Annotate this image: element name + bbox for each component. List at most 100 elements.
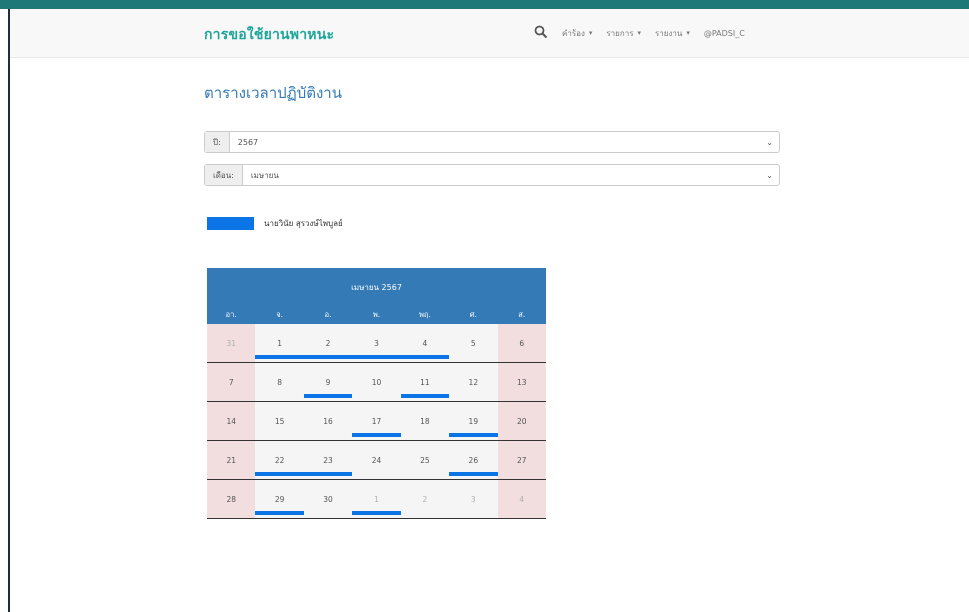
calendar-day-number: 3 bbox=[374, 338, 379, 348]
calendar-day-cell[interactable]: 7 bbox=[207, 363, 256, 401]
calendar-day-number: 8 bbox=[277, 377, 283, 387]
calendar-day-number: 15 bbox=[274, 416, 285, 426]
calendar-day-cell[interactable]: 8 bbox=[255, 363, 304, 401]
event-bar[interactable] bbox=[352, 511, 401, 515]
weekday-row: อา. จ. อ. พ. พฤ. ศ. ส. bbox=[207, 306, 546, 324]
event-bar[interactable] bbox=[352, 433, 401, 437]
event-bar[interactable] bbox=[303, 394, 353, 398]
calendar-day-cell[interactable]: 22 bbox=[255, 441, 304, 479]
nav-item-reports[interactable]: รายงาน ▾ bbox=[655, 27, 690, 40]
event-bar[interactable] bbox=[449, 472, 498, 476]
calendar-day-number: 2 bbox=[422, 494, 428, 504]
calendar-day-cell[interactable]: 1 bbox=[255, 324, 304, 362]
nav-user[interactable]: @PADSI_C bbox=[704, 29, 745, 38]
calendar-day-cell[interactable]: 5 bbox=[449, 324, 498, 362]
calendar-day-number: 11 bbox=[420, 377, 430, 387]
calendar-day-number: 7 bbox=[228, 377, 234, 387]
calendar-day-cell[interactable]: 2 bbox=[303, 324, 353, 362]
event-bar[interactable] bbox=[400, 394, 450, 398]
event-bar[interactable] bbox=[449, 433, 498, 437]
brand-title[interactable]: การขอใช้ยานพาหนะ bbox=[204, 24, 334, 46]
event-bar[interactable] bbox=[303, 355, 353, 359]
calendar-day-cell[interactable]: 13 bbox=[497, 363, 546, 401]
calendar-day-cell[interactable]: 11 bbox=[400, 363, 450, 401]
calendar: เมษายน 2567 อา. จ. อ. พ. พฤ. ศ. ส. 31 1 2 3… bbox=[207, 268, 546, 519]
event-bar[interactable] bbox=[400, 355, 450, 359]
calendar-day-cell[interactable]: 9 bbox=[303, 363, 353, 401]
year-label: ปี: bbox=[205, 132, 230, 152]
event-bar[interactable] bbox=[255, 355, 304, 359]
calendar-day-number: 20 bbox=[516, 416, 527, 426]
nav-item-requests[interactable]: คำร้อง ▾ bbox=[562, 27, 592, 40]
calendar-day-number: 24 bbox=[371, 455, 382, 465]
month-label: เดือน: bbox=[205, 165, 243, 185]
calendar-day-cell[interactable]: 4 bbox=[497, 480, 546, 518]
window-top-border bbox=[0, 0, 969, 9]
calendar-day-number: 9 bbox=[325, 377, 331, 387]
calendar-day-number: 13 bbox=[516, 377, 527, 387]
legend-swatch bbox=[207, 217, 254, 230]
calendar-day-cell[interactable]: 26 bbox=[449, 441, 498, 479]
calendar-day-cell[interactable]: 27 bbox=[497, 441, 546, 479]
calendar-day-number: 1 bbox=[374, 494, 379, 504]
calendar-day-cell[interactable]: 14 bbox=[207, 402, 256, 440]
nav-item-label: คำร้อง bbox=[562, 28, 585, 38]
calendar-day-number: 1 bbox=[277, 338, 283, 348]
calendar-day-number: 23 bbox=[323, 455, 333, 465]
year-value: 2567 bbox=[237, 137, 259, 147]
calendar-day-cell[interactable]: 17 bbox=[352, 402, 401, 440]
calendar-day-cell[interactable]: 23 bbox=[303, 441, 353, 479]
weekday-label: อ. bbox=[324, 310, 332, 319]
weekday-label: พฤ. bbox=[418, 310, 431, 319]
calendar-day-cell[interactable]: 31 bbox=[207, 324, 256, 362]
nav-menu: คำร้อง ▾ รายการ ▾ รายงาน ▾ @PADSI_C bbox=[534, 9, 745, 57]
calendar-day-number: 27 bbox=[516, 455, 527, 465]
calendar-day-cell[interactable]: 29 bbox=[255, 480, 304, 518]
calendar-day-cell[interactable]: 25 bbox=[400, 441, 450, 479]
chevron-down-icon: ⌄ bbox=[766, 170, 773, 180]
calendar-day-cell[interactable]: 12 bbox=[449, 363, 498, 401]
calendar-day-cell[interactable]: 30 bbox=[303, 480, 353, 518]
calendar-day-cell[interactable]: 3 bbox=[352, 324, 401, 362]
calendar-day-cell[interactable]: 2 bbox=[400, 480, 450, 518]
nav-item-list[interactable]: รายการ ▾ bbox=[606, 27, 641, 40]
event-bar[interactable] bbox=[303, 472, 353, 476]
calendar-day-cell[interactable]: 18 bbox=[400, 402, 450, 440]
calendar-day-number: 18 bbox=[420, 416, 430, 426]
calendar-day-cell[interactable]: 10 bbox=[352, 363, 401, 401]
calendar-day-number: 12 bbox=[468, 377, 479, 387]
calendar-day-number: 3 bbox=[470, 494, 476, 504]
calendar-week-row: 31 1 2 3 4 5 6 bbox=[207, 324, 546, 363]
calendar-day-number: 17 bbox=[371, 416, 382, 426]
event-bar[interactable] bbox=[352, 355, 401, 359]
year-select[interactable]: ปี: 2567 ⌄ bbox=[204, 131, 780, 153]
calendar-day-cell[interactable]: 19 bbox=[449, 402, 498, 440]
month-select-value-wrap[interactable]: เมษายน ⌄ bbox=[243, 165, 779, 185]
calendar-day-number: 5 bbox=[470, 338, 476, 348]
year-select-value-wrap[interactable]: 2567 ⌄ bbox=[230, 132, 779, 152]
calendar-day-number: 21 bbox=[226, 455, 236, 465]
calendar-day-cell[interactable]: 24 bbox=[352, 441, 401, 479]
month-select[interactable]: เดือน: เมษายน ⌄ bbox=[204, 164, 780, 186]
navbar: การขอใช้ยานพาหนะ คำร้อง ▾ รายการ ▾ รายงา… bbox=[10, 9, 969, 58]
calendar-day-number: 31 bbox=[226, 338, 236, 348]
calendar-day-cell[interactable]: 3 bbox=[449, 480, 498, 518]
calendar-day-cell[interactable]: 16 bbox=[303, 402, 353, 440]
calendar-day-cell[interactable]: 28 bbox=[207, 480, 256, 518]
calendar-day-cell[interactable]: 6 bbox=[497, 324, 546, 362]
event-bar[interactable] bbox=[255, 511, 304, 515]
calendar-week-row: 21 22 23 24 25 26 27 bbox=[207, 441, 546, 480]
calendar-body: 31 1 2 3 4 5 6 7 8 9 10 11 12 13 14 15 16 17 18 19 20 21 22 23 2… bbox=[207, 324, 546, 519]
calendar-day-cell[interactable]: 20 bbox=[497, 402, 546, 440]
weekday-label: พ. bbox=[372, 310, 381, 319]
calendar-day-number: 6 bbox=[519, 338, 525, 348]
nav-item-label: รายการ bbox=[606, 28, 634, 38]
calendar-day-cell[interactable]: 4 bbox=[400, 324, 450, 362]
weekday-label: ส. bbox=[518, 310, 526, 319]
calendar-day-cell[interactable]: 21 bbox=[207, 441, 256, 479]
calendar-day-cell[interactable]: 15 bbox=[255, 402, 304, 440]
calendar-day-number: 30 bbox=[323, 494, 333, 504]
calendar-day-cell[interactable]: 1 bbox=[352, 480, 401, 518]
search-icon[interactable] bbox=[534, 25, 548, 41]
event-bar[interactable] bbox=[255, 472, 304, 476]
